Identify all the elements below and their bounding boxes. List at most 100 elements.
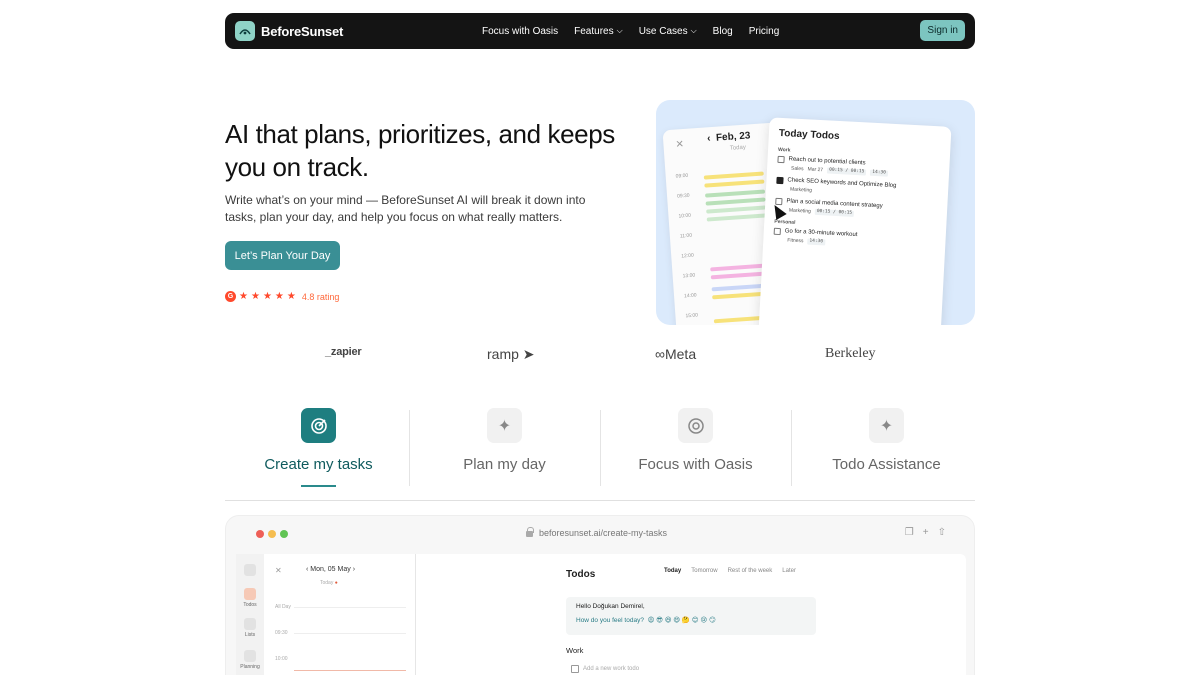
nav-link-pricing[interactable]: Pricing — [749, 26, 780, 37]
greeting-text: Hello Doğukan Demirel, — [576, 603, 645, 610]
hour-label: 13:00 — [682, 272, 696, 280]
nav-link-label: Use Cases — [638, 25, 688, 37]
calendar-today: Today ● — [320, 580, 338, 586]
browser-actions: ❐ + ⇧ — [905, 527, 946, 538]
brand-logo-icon — [235, 21, 255, 41]
hour-label: 14:00 — [683, 292, 697, 300]
address-bar: beforesunset.ai/create-my-tasks — [526, 527, 667, 538]
brand-name: BeforeSunset — [261, 23, 344, 39]
slot-line — [294, 607, 406, 608]
close-icon[interactable]: ✕ — [275, 566, 282, 575]
todo-item-text: Go for a 30-minute workout — [784, 228, 858, 239]
nav-link-features[interactable]: Features ⌵ — [574, 26, 623, 37]
rating-text: 4.8 rating — [301, 291, 340, 302]
tab-rest-of-week[interactable]: Rest of the week — [728, 568, 773, 574]
nav-link-use-cases[interactable]: Use Cases ⌵ — [639, 26, 697, 37]
event-block — [706, 205, 767, 214]
feature-tabs: Create my tasks ✦ Plan my day Focus with… — [225, 408, 975, 501]
sidebar-label: Todos — [243, 602, 257, 608]
logo-text: Meta — [664, 346, 697, 362]
hero-illustration: ✕ ‹ Feb, 23 Today 09:00 09:30 10:00 11:0… — [656, 100, 975, 325]
sparkle-icon: ✦ — [869, 408, 904, 443]
todo-time: 00:15 / 00:15 — [826, 167, 867, 176]
tab-label: Plan my day — [463, 456, 546, 473]
sign-in-button[interactable]: Sign in — [920, 20, 965, 41]
hour-label: 15:00 — [685, 312, 699, 320]
current-time-line — [294, 670, 406, 671]
lock-icon — [526, 527, 534, 537]
plan-your-day-button[interactable]: Let’s Plan Your Day — [225, 241, 340, 270]
event-block — [704, 179, 765, 188]
target-icon — [301, 408, 336, 443]
greeting-card: Hello Doğukan Demirel, How do you feel t… — [566, 597, 816, 635]
active-tab-indicator — [301, 485, 336, 487]
todos-title: Todos — [566, 569, 596, 580]
sidebar-label: Lists — [244, 632, 256, 638]
tab-focus-with-oasis[interactable]: Focus with Oasis — [602, 408, 789, 486]
share-icon: ⇧ — [937, 527, 946, 538]
todos-panel: Todos Today Tomorrow Rest of the week La… — [566, 564, 826, 673]
nav-link-label: Features — [574, 25, 614, 37]
sidebar-item-todos[interactable]: Todos — [236, 588, 264, 608]
customer-logos: _zapier ramp ➤ ∞Meta Berkeley — [225, 340, 975, 370]
focus-icon — [678, 408, 713, 443]
checkbox — [777, 155, 785, 164]
tab-today[interactable]: Today — [664, 568, 681, 574]
sidebar-label: Planning — [240, 664, 260, 670]
todo-tag: Marketing — [789, 186, 813, 194]
sparkle-icon: ✦ — [487, 408, 522, 443]
time-slot: 09:30 — [275, 630, 288, 636]
tab-label: Todo Assistance — [832, 456, 941, 473]
tab-create-my-tasks[interactable]: Create my tasks — [225, 408, 412, 487]
tab-divider — [791, 410, 792, 486]
hour-label: 09:30 — [676, 192, 690, 200]
tab-plan-my-day[interactable]: ✦ Plan my day — [411, 408, 598, 486]
app-window: Todos Lists Planning ✕ ‹ Mon, 05 May › T… — [236, 554, 966, 675]
hour-label: 11:00 — [679, 232, 693, 240]
nav-link-focus-oasis[interactable]: Focus with Oasis — [482, 26, 558, 37]
todo-time: 00:15 / 00:15 — [814, 208, 855, 217]
plus-icon: + — [922, 527, 929, 538]
hour-label: 10:00 — [678, 212, 692, 220]
nav-links: Focus with Oasis Features ⌵ Use Cases ⌵ Bl… — [482, 13, 779, 49]
lists-icon — [244, 618, 256, 630]
chevron-down-icon: ⌵ — [616, 26, 623, 35]
todo-item-text: Reach out to potential clients — [788, 156, 866, 167]
calendar-today: Today — [729, 144, 747, 152]
zapier-logo: _zapier — [325, 346, 362, 358]
tab-later[interactable]: Later — [782, 568, 796, 574]
sidebar-logo — [236, 564, 264, 578]
window-maximize-dot — [280, 530, 288, 538]
todo-due: 14:30 — [870, 169, 888, 177]
slot-line — [294, 633, 406, 634]
todo-due: 14:30 — [807, 238, 826, 246]
berkeley-logo: Berkeley — [825, 346, 876, 361]
hero-title: AI that plans, prioritizes, and keeps yo… — [225, 119, 615, 182]
planning-icon — [244, 650, 256, 662]
brand[interactable]: BeforeSunset — [235, 21, 343, 41]
app-sidebar: Todos Lists Planning — [236, 554, 264, 675]
nav-link-label: Pricing — [748, 25, 780, 37]
close-icon: ✕ — [675, 139, 685, 151]
tab-label: Focus with Oasis — [638, 456, 753, 473]
ramp-logo: ramp ➤ — [487, 346, 535, 362]
tab-divider — [409, 410, 410, 486]
todo-card-title: Today Todos — [778, 127, 840, 143]
star-icon: ★ — [286, 291, 296, 302]
nav-link-label: Blog — [712, 25, 733, 37]
star-icon: ★ — [250, 291, 260, 302]
tab-todo-assistance[interactable]: ✦ Todo Assistance — [793, 408, 980, 486]
sidebar-item-planning[interactable]: Planning — [236, 650, 264, 670]
todo-date: Mar 27 — [807, 166, 824, 174]
add-work-todo[interactable]: Add a new work todo — [571, 665, 639, 673]
checkbox — [571, 665, 579, 673]
app-preview-window: beforesunset.ai/create-my-tasks ❐ + ⇧ To… — [225, 515, 975, 675]
sidebar-item-lists[interactable]: Lists — [236, 618, 264, 638]
event-block — [706, 213, 767, 222]
nav-link-blog[interactable]: Blog — [713, 26, 733, 37]
top-navbar: BeforeSunset Focus with Oasis Features ⌵ … — [225, 13, 975, 49]
window-close-dot — [256, 530, 264, 538]
tab-tomorrow[interactable]: Tomorrow — [691, 568, 717, 574]
calendar-date: ‹ Feb, 23 — [706, 130, 751, 145]
mood-emojis[interactable]: 😩 😎 😆 😄 🤔 😊 😢 😏 — [648, 617, 716, 624]
